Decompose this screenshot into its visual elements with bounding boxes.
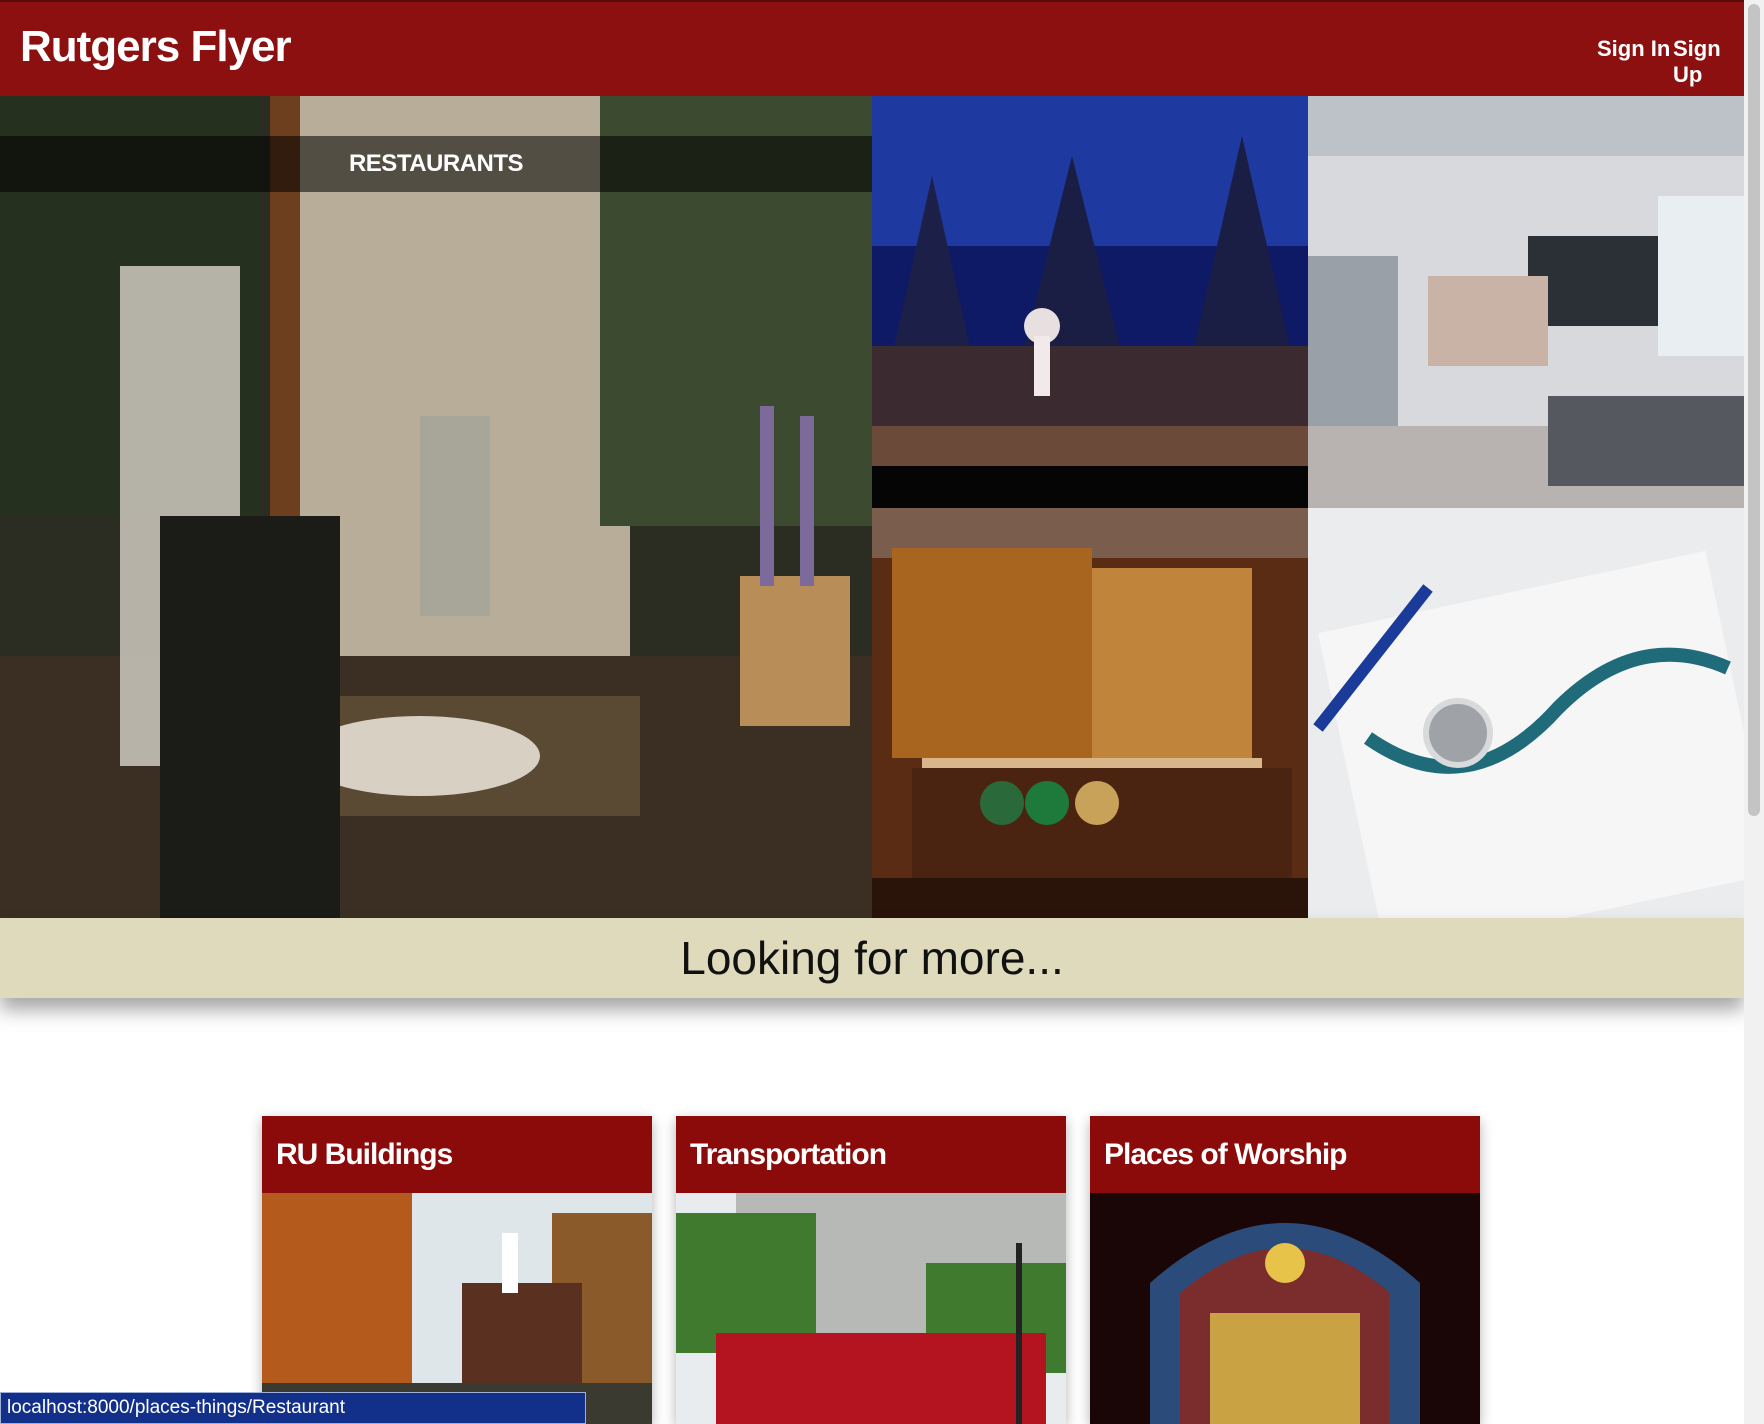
sign-in-link[interactable]: Sign In <box>1597 36 1670 62</box>
card-ru-buildings[interactable]: RU Buildings <box>262 1116 652 1424</box>
card-image-campus <box>262 1193 652 1424</box>
status-bar-url: localhost:8000/places-things/Restaurant <box>0 1392 586 1424</box>
bus-photo <box>676 1193 1066 1424</box>
card-transportation[interactable]: Transportation <box>676 1116 1066 1424</box>
card-image-stained-glass <box>1090 1193 1480 1424</box>
card-image-bus <box>676 1193 1066 1424</box>
mall-tile[interactable] <box>1308 96 1744 508</box>
card-title: Places of Worship <box>1090 1116 1480 1193</box>
mall-photo <box>1308 96 1744 508</box>
theater-tile[interactable] <box>872 96 1308 508</box>
sign-up-link[interactable]: Sign Up <box>1673 36 1744 88</box>
scrollbar-thumb[interactable] <box>1748 4 1760 816</box>
restaurants-caption: RESTAURANTS <box>0 136 872 192</box>
ballet-photo <box>872 96 1308 508</box>
campus-photo <box>262 1193 652 1424</box>
card-title: RU Buildings <box>262 1116 652 1193</box>
pub-photo <box>872 508 1308 918</box>
brand-logo[interactable]: Rutgers Flyer <box>20 22 292 72</box>
card-places-of-worship[interactable]: Places of Worship <box>1090 1116 1480 1424</box>
card-title: Transportation <box>676 1116 1066 1193</box>
restaurant-photo <box>0 96 872 918</box>
stethoscope-photo <box>1308 508 1744 918</box>
top-navbar: Rutgers Flyer Sign In Sign Up <box>0 0 1744 96</box>
bar-tile[interactable] <box>872 508 1308 918</box>
health-tile[interactable] <box>1308 508 1744 918</box>
looking-for-more-banner: Looking for more... <box>0 918 1744 998</box>
restaurants-tile[interactable]: RESTAURANTS <box>0 96 872 918</box>
stained-glass-photo <box>1090 1193 1480 1424</box>
